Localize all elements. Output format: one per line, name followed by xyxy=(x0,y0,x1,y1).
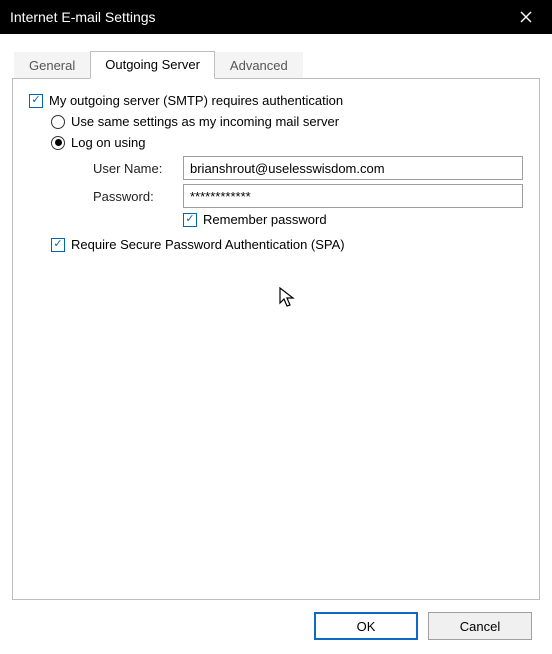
username-row: User Name: xyxy=(93,156,523,180)
ok-button[interactable]: OK xyxy=(314,612,418,640)
smtp-auth-row: ✓ My outgoing server (SMTP) requires aut… xyxy=(29,93,523,108)
username-label: User Name: xyxy=(93,161,183,176)
tab-outgoing-server[interactable]: Outgoing Server xyxy=(90,51,215,79)
tab-advanced[interactable]: Advanced xyxy=(215,52,303,79)
tab-panel-outgoing: ✓ My outgoing server (SMTP) requires aut… xyxy=(12,78,540,600)
remember-label: Remember password xyxy=(203,212,327,227)
titlebar: Internet E-mail Settings xyxy=(0,0,552,34)
log-on-row: Log on using xyxy=(51,135,523,150)
password-label: Password: xyxy=(93,189,183,204)
use-same-row: Use same settings as my incoming mail se… xyxy=(51,114,523,129)
window-title: Internet E-mail Settings xyxy=(10,9,156,25)
spa-label: Require Secure Password Authentication (… xyxy=(71,237,345,252)
log-on-label: Log on using xyxy=(71,135,145,150)
tab-strip: General Outgoing Server Advanced xyxy=(14,50,540,78)
remember-checkbox[interactable]: ✓ xyxy=(183,213,197,227)
log-on-radio[interactable] xyxy=(51,136,65,150)
spa-checkbox[interactable]: ✓ xyxy=(51,238,65,252)
use-same-label: Use same settings as my incoming mail se… xyxy=(71,114,339,129)
cancel-button[interactable]: Cancel xyxy=(428,612,532,640)
remember-row: ✓ Remember password xyxy=(183,212,523,227)
close-button[interactable] xyxy=(506,0,546,34)
smtp-auth-checkbox[interactable]: ✓ xyxy=(29,94,43,108)
dialog-footer: OK Cancel xyxy=(12,600,540,654)
cursor-icon xyxy=(279,287,297,309)
use-same-radio[interactable] xyxy=(51,115,65,129)
username-input[interactable] xyxy=(183,156,523,180)
password-row: Password: xyxy=(93,184,523,208)
tab-general[interactable]: General xyxy=(14,52,90,79)
radio-dot-icon xyxy=(55,139,62,146)
smtp-auth-label: My outgoing server (SMTP) requires authe… xyxy=(49,93,343,108)
client-area: General Outgoing Server Advanced ✓ My ou… xyxy=(0,34,552,654)
spa-row: ✓ Require Secure Password Authentication… xyxy=(51,237,523,252)
password-input[interactable] xyxy=(183,184,523,208)
close-icon xyxy=(520,11,532,23)
